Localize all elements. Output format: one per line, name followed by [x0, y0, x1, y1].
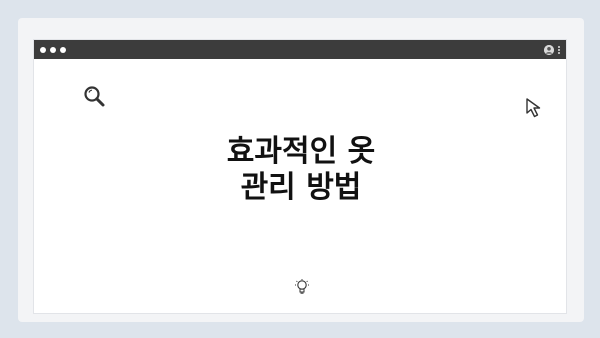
search-icon — [84, 86, 105, 107]
browser-window: 효과적인 옷 관리 방법 — [33, 39, 567, 314]
page-background: 효과적인 옷 관리 방법 — [0, 0, 600, 338]
title-line-1: 효과적인 옷 — [226, 134, 376, 169]
kebab-menu-icon[interactable] — [558, 45, 560, 54]
page-title: 효과적인 옷 관리 방법 — [34, 134, 568, 206]
user-icon[interactable] — [544, 44, 554, 55]
cursor-icon — [526, 98, 541, 118]
lightbulb-icon — [295, 279, 309, 294]
window-titlebar — [34, 40, 566, 59]
titlebar-actions — [544, 44, 560, 55]
maximize-button[interactable] — [60, 46, 66, 53]
title-line-2: 관리 방법 — [240, 170, 362, 205]
minimize-button[interactable] — [50, 46, 56, 53]
close-button[interactable] — [40, 46, 46, 53]
window-controls — [40, 46, 66, 53]
